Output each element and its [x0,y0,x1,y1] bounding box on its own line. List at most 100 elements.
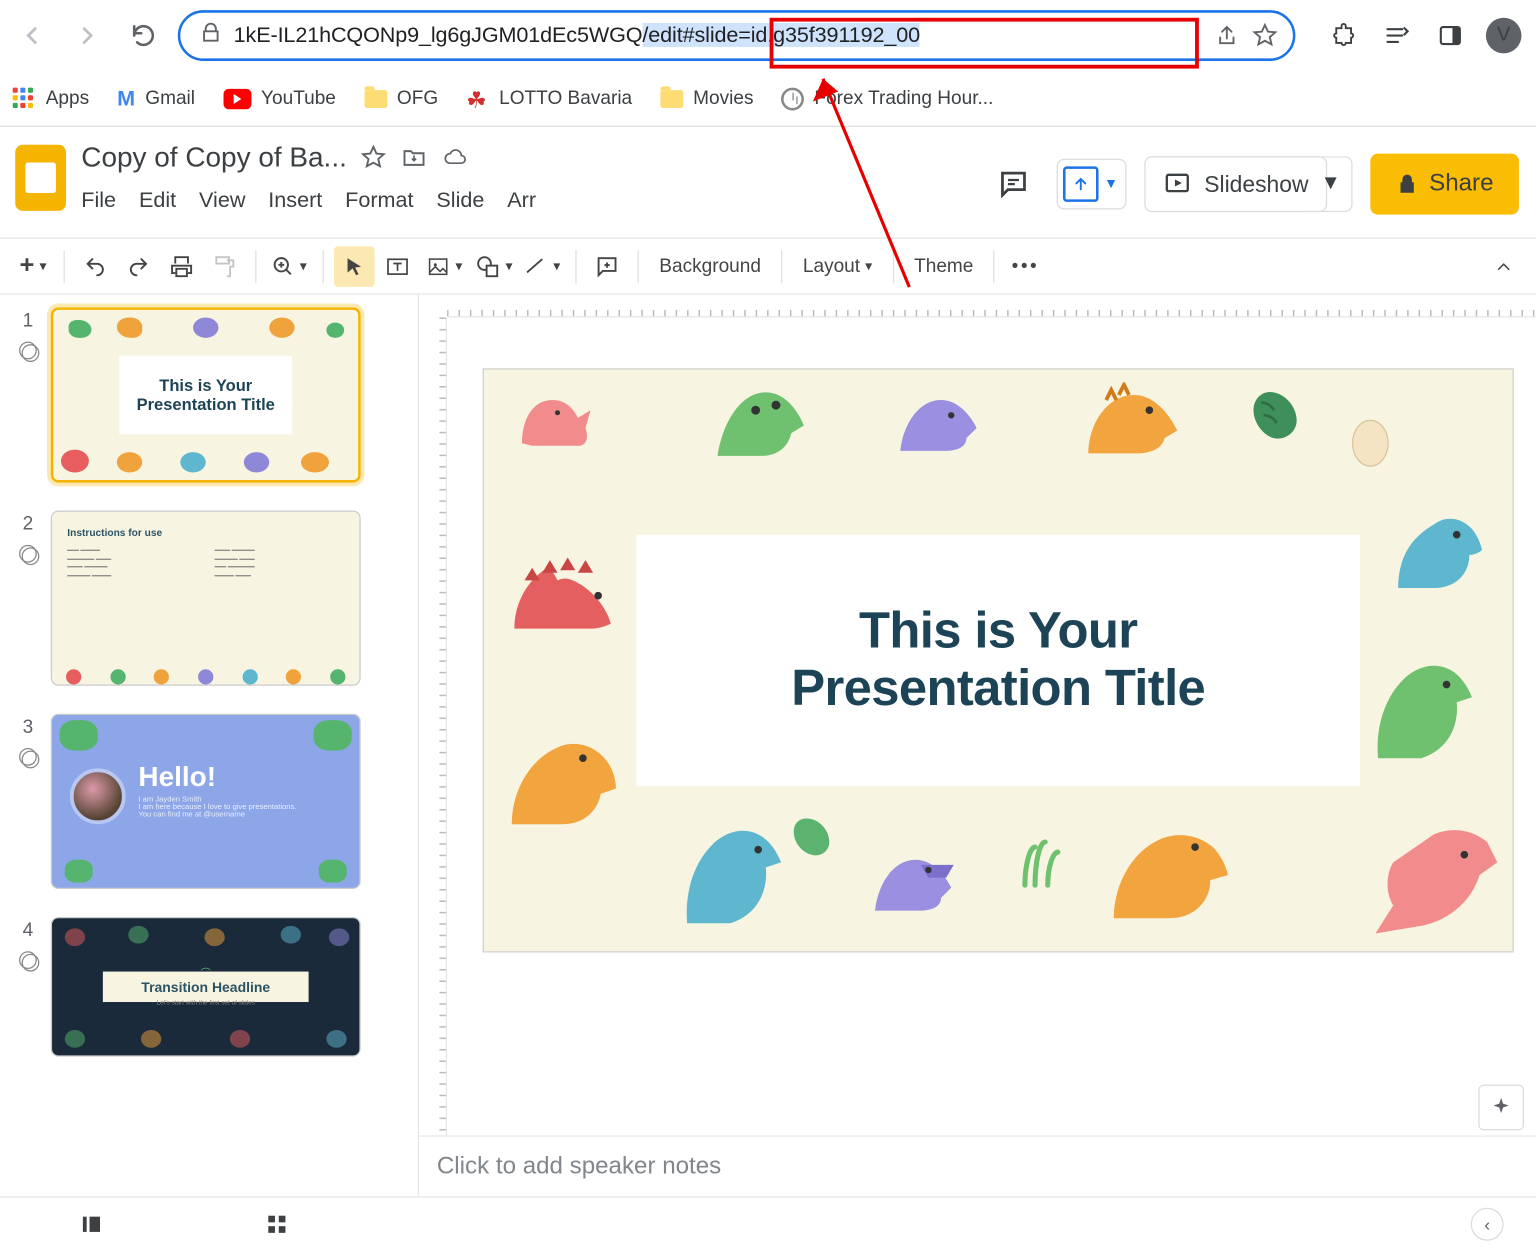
horizontal-ruler[interactable] [447,295,1536,318]
editor-main: 1 This is YourPresentation Title [0,295,1536,1197]
grid-view-icon[interactable] [254,1201,300,1247]
share-url-icon[interactable] [1212,20,1242,50]
collapse-toolbar-icon[interactable] [1483,246,1524,287]
background-button[interactable]: Background [649,246,771,287]
filmstrip[interactable]: 1 This is YourPresentation Title [0,295,419,1197]
reload-button[interactable] [122,14,165,57]
slideshow-dropdown[interactable]: ▼ [1310,156,1353,212]
zoom-button[interactable] [267,246,312,287]
layout-button[interactable]: Layout [793,246,883,287]
lotto-bookmark[interactable]: ☘LOTTO Bavaria [466,87,632,110]
thumbnail-3[interactable]: Hello! I am Jayden SmithI am here becaus… [51,714,361,889]
image-tool[interactable] [420,246,468,287]
share-button[interactable]: Share [1371,154,1519,215]
redo-button[interactable] [118,246,159,287]
speaker-notes[interactable]: Click to add speaker notes [419,1135,1536,1196]
folder-icon [660,90,683,108]
slide-stage[interactable]: This is Your Presentation Title [447,318,1536,1136]
slides-header: Copy of Copy of Ba... File Edit View Ins… [0,127,1536,239]
slideshow-button[interactable]: Slideshow [1145,156,1328,212]
line-tool[interactable] [515,246,565,287]
slide-number: 1 [23,310,34,332]
move-to-drive-icon[interactable] [400,144,428,172]
forward-button[interactable] [66,14,109,57]
menu-arrange[interactable]: Arr [507,188,536,213]
add-comment-button[interactable] [587,246,628,287]
filmstrip-view-icon[interactable] [69,1201,115,1247]
address-bar[interactable]: 1kE-IL21hCQONp9_lg6gJGM01dEc5WGQ/edit#sl… [178,10,1296,61]
thumbnail-slot-2[interactable]: 2 Instructions for use ━━━ ━━━━━━━━━━━━ … [5,505,413,708]
dino-decoration [700,377,814,468]
bookmark-star-icon[interactable] [1250,20,1280,50]
dino-decoration [890,387,989,463]
dino-decoration [502,725,629,839]
dino-decoration [674,814,814,941]
youtube-icon [223,88,251,108]
slideshow-label: Slideshow [1204,171,1308,198]
dino-decoration [509,387,593,456]
menu-view[interactable]: View [199,188,245,213]
chevron-down-icon: ▼ [1321,173,1341,196]
lock-icon [201,21,221,50]
transition-icon [19,545,37,563]
thumbnail-slot-3[interactable]: 3 Hello! I am Jayden SmithI am here beca… [5,709,413,912]
cloud-status-icon[interactable] [441,144,469,172]
ofg-bookmark[interactable]: OFG [364,88,438,110]
url-text: 1kE-IL21hCQONp9_lg6gJGM01dEc5WGQ/edit#sl… [234,23,1204,48]
movies-bookmark[interactable]: Movies [660,88,753,110]
folder-icon [364,90,387,108]
paint-format-button[interactable] [204,246,245,287]
slides-logo-icon[interactable] [15,145,66,211]
shape-tool[interactable] [470,246,513,287]
transition-icon [19,748,37,766]
vertical-ruler[interactable] [419,318,447,1136]
menu-slide[interactable]: Slide [436,188,484,213]
lock-icon [1396,173,1419,196]
explore-button[interactable] [1478,1085,1524,1131]
extensions-icon[interactable] [1326,18,1362,54]
youtube-bookmark[interactable]: YouTube [223,88,336,110]
thumbnail-slot-4[interactable]: 4 ⌒ Transition Headline Let's start w [5,912,413,1057]
menu-bar: File Edit View Insert Format Slide Arr [81,188,536,213]
thumbnail-4[interactable]: ⌒ Transition Headline Let's start with t… [51,917,361,1057]
new-slide-button[interactable]: + [13,246,54,287]
select-tool[interactable] [333,246,374,287]
media-icon[interactable] [1379,18,1415,54]
chevron-down-icon: ▼ [1104,177,1118,192]
print-button[interactable] [161,246,202,287]
browser-nav-bar: 1kE-IL21hCQONp9_lg6gJGM01dEc5WGQ/edit#sl… [0,0,1536,71]
egg-decoration [1347,413,1393,469]
menu-format[interactable]: Format [345,188,413,213]
theme-button[interactable]: Theme [904,246,984,287]
grass-decoration [1017,834,1068,890]
apps-bookmark[interactable]: Apps [13,87,89,110]
comments-icon[interactable] [989,159,1040,210]
slide-number: 2 [23,513,34,535]
menu-edit[interactable]: Edit [139,188,176,213]
notes-placeholder: Click to add speaker notes [437,1153,721,1181]
undo-button[interactable] [75,246,116,287]
document-title[interactable]: Copy of Copy of Ba... [81,141,347,174]
forex-bookmark[interactable]: Forex Trading Hour... [781,87,993,110]
thumbnail-2[interactable]: Instructions for use ━━━ ━━━━━━━━━━━━ ━━… [51,511,361,686]
collapse-filmstrip-button[interactable]: ‹ [1471,1207,1504,1240]
clover-icon: ☘ [466,87,489,110]
menu-file[interactable]: File [81,188,116,213]
title-line-2: Presentation Title [791,660,1205,717]
thumbnail-slot-1[interactable]: 1 This is YourPresentation Title [5,302,413,505]
side-panel-icon[interactable] [1433,18,1469,54]
more-tools-icon[interactable]: ••• [1005,246,1046,287]
gmail-bookmark[interactable]: MGmail [117,86,195,111]
thumbnail-1[interactable]: This is YourPresentation Title [51,307,361,482]
present-mode-toggle[interactable]: ▼ [1057,159,1127,210]
title-line-1: This is Your [859,603,1137,660]
text-box-tool[interactable] [377,246,418,287]
star-icon[interactable] [360,144,388,172]
title-text-box[interactable]: This is Your Presentation Title [636,535,1360,786]
toolbar: + Background Layout Theme ••• [0,239,1536,295]
profile-avatar[interactable]: V [1486,18,1522,54]
leaf-decoration [1246,387,1302,443]
slide-canvas[interactable]: This is Your Presentation Title [483,368,1514,952]
back-button[interactable] [10,14,53,57]
menu-insert[interactable]: Insert [268,188,322,213]
